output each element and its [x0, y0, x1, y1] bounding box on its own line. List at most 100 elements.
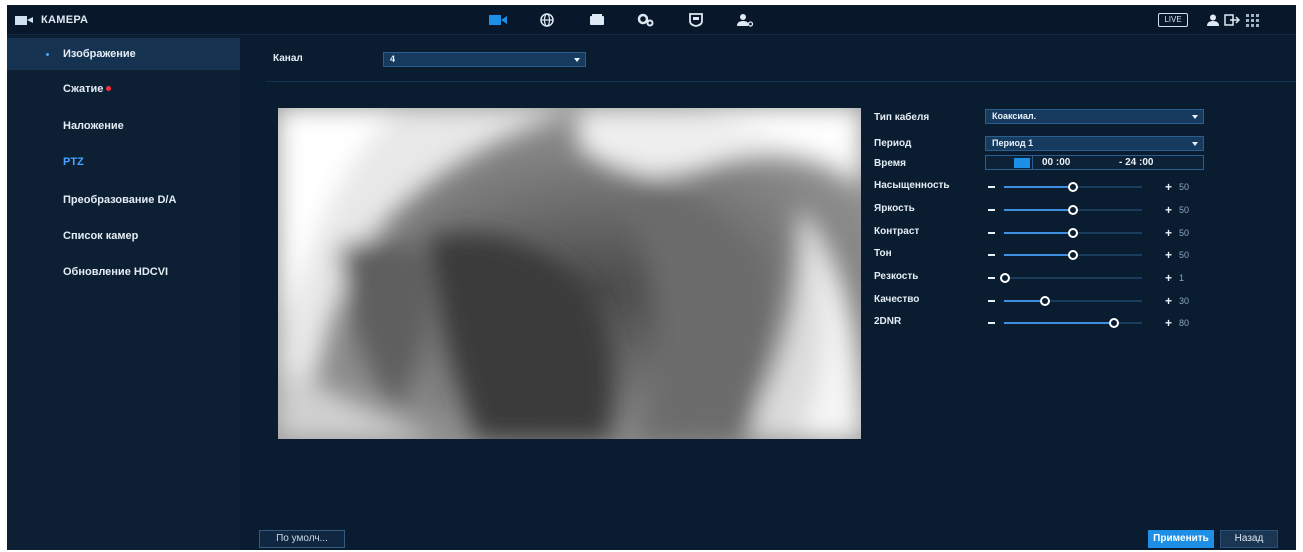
decrease-icon[interactable]	[988, 232, 995, 234]
section-title: КАМЕРА	[15, 12, 88, 28]
time-toggle[interactable]	[1014, 158, 1030, 168]
divider	[1032, 156, 1033, 169]
slider-value: 50	[1179, 228, 1190, 238]
channel-select[interactable]: 4	[383, 52, 586, 67]
sidebar-item-label: Список камер	[63, 230, 139, 242]
slider-fill	[1004, 300, 1045, 302]
camera-section-icon	[15, 15, 33, 25]
decrease-icon[interactable]	[988, 209, 995, 211]
quality-slider[interactable]: + 30	[985, 295, 1215, 307]
grid-menu-icon[interactable]	[1244, 13, 1260, 27]
slider-value: 30	[1179, 296, 1190, 306]
section-title-label: КАМЕРА	[41, 14, 89, 26]
security-icon[interactable]	[687, 12, 705, 28]
sidebar-item-label: Обновление HDCVI	[63, 266, 169, 278]
increase-icon[interactable]: +	[1165, 181, 1172, 193]
divider	[266, 81, 1296, 82]
sharpness-label: Резкость	[874, 271, 919, 282]
period-value: Период 1	[992, 138, 1034, 148]
account-icon[interactable]	[736, 12, 754, 28]
live-view-button[interactable]: LIVE	[1158, 13, 1188, 27]
slider-track[interactable]	[1004, 182, 1142, 192]
camera-icon[interactable]	[489, 12, 507, 28]
channel-label: Канал	[273, 53, 303, 64]
default-button[interactable]: По умолч...	[259, 530, 345, 548]
chevron-down-icon	[574, 58, 580, 62]
slider-value: 80	[1179, 318, 1190, 328]
sidebar-item-da-conversion[interactable]: Преобразование D/A	[7, 184, 240, 216]
saturation-slider[interactable]: + 50	[985, 181, 1215, 193]
slider-track[interactable]	[1004, 296, 1142, 306]
time-end[interactable]: - 24 :00	[1119, 157, 1153, 168]
time-start[interactable]: 00 :00	[1042, 157, 1070, 168]
decrease-icon[interactable]	[988, 300, 995, 302]
decrease-icon[interactable]	[988, 322, 995, 324]
time-label: Время	[874, 158, 906, 169]
slider-track[interactable]	[1004, 205, 1142, 215]
dnr-label: 2DNR	[874, 316, 902, 327]
cable-type-select[interactable]: Коаксиал.	[985, 109, 1204, 124]
network-icon[interactable]	[538, 12, 556, 28]
active-indicator	[46, 52, 49, 56]
cable-type-value: Коаксиал.	[992, 111, 1037, 121]
sidebar-item-label: PTZ	[63, 156, 84, 168]
slider-handle[interactable]	[1068, 182, 1078, 192]
sidebar: Изображение Сжатие Наложение PTZ Преобра…	[7, 36, 240, 550]
slider-handle[interactable]	[1068, 205, 1078, 215]
decrease-icon[interactable]	[988, 186, 995, 188]
increase-icon[interactable]: +	[1165, 204, 1172, 216]
slider-handle[interactable]	[1000, 273, 1010, 283]
logout-icon[interactable]	[1224, 13, 1240, 27]
increase-icon[interactable]: +	[1165, 249, 1172, 261]
slider-handle[interactable]	[1109, 318, 1119, 328]
sidebar-item-overlay[interactable]: Наложение	[7, 110, 240, 142]
slider-track[interactable]	[1004, 318, 1142, 328]
sidebar-item-label: Сжатие	[63, 83, 104, 95]
hue-label: Тон	[874, 248, 892, 259]
increase-icon[interactable]: +	[1165, 272, 1172, 284]
cable-type-label: Тип кабеля	[874, 112, 930, 123]
slider-track[interactable]	[1000, 273, 1142, 283]
brightness-label: Яркость	[874, 203, 915, 214]
top-bar: КАМЕРА LIVE	[7, 5, 1296, 35]
period-select[interactable]: Период 1	[985, 136, 1204, 151]
contrast-slider[interactable]: + 50	[985, 227, 1215, 239]
sidebar-item-label: Изображение	[63, 48, 136, 60]
slider-value: 50	[1179, 250, 1190, 260]
sidebar-item-camera-list[interactable]: Список камер	[7, 220, 240, 252]
chevron-down-icon	[1192, 115, 1198, 119]
slider-handle[interactable]	[1068, 250, 1078, 260]
hue-slider[interactable]: + 50	[985, 249, 1215, 261]
sidebar-item-ptz[interactable]: PTZ	[7, 146, 240, 178]
saturation-label: Насыщенность	[874, 180, 950, 191]
user-icon[interactable]	[1205, 13, 1221, 27]
sharpness-slider[interactable]: + 1	[985, 272, 1215, 284]
slider-track[interactable]	[1004, 228, 1142, 238]
sidebar-item-image[interactable]: Изображение	[7, 38, 240, 70]
storage-icon[interactable]	[588, 12, 606, 28]
sidebar-item-compression[interactable]: Сжатие	[7, 73, 240, 105]
channel-select-value: 4	[390, 54, 396, 64]
increase-icon[interactable]: +	[1165, 295, 1172, 307]
modified-indicator-icon	[106, 86, 112, 91]
sidebar-item-hdcvi-update[interactable]: Обновление HDCVI	[7, 256, 240, 288]
back-button[interactable]: Назад	[1220, 530, 1278, 548]
decrease-icon[interactable]	[988, 254, 995, 256]
increase-icon[interactable]: +	[1165, 227, 1172, 239]
system-settings-icon[interactable]	[637, 12, 655, 28]
slider-value: 50	[1179, 182, 1190, 192]
slider-track[interactable]	[1004, 250, 1142, 260]
preview-image	[278, 108, 861, 439]
chevron-down-icon	[1192, 142, 1198, 146]
slider-fill	[1004, 186, 1073, 188]
apply-button[interactable]: Применить	[1148, 530, 1214, 548]
slider-fill	[1004, 322, 1114, 324]
time-range-field[interactable]: 00 :00 - 24 :00	[985, 155, 1204, 170]
decrease-icon[interactable]	[988, 277, 995, 279]
slider-handle[interactable]	[1040, 296, 1050, 306]
slider-handle[interactable]	[1068, 228, 1078, 238]
dnr-slider[interactable]: + 80	[985, 317, 1215, 329]
slider-value: 1	[1179, 273, 1185, 283]
brightness-slider[interactable]: + 50	[985, 204, 1215, 216]
increase-icon[interactable]: +	[1165, 317, 1172, 329]
